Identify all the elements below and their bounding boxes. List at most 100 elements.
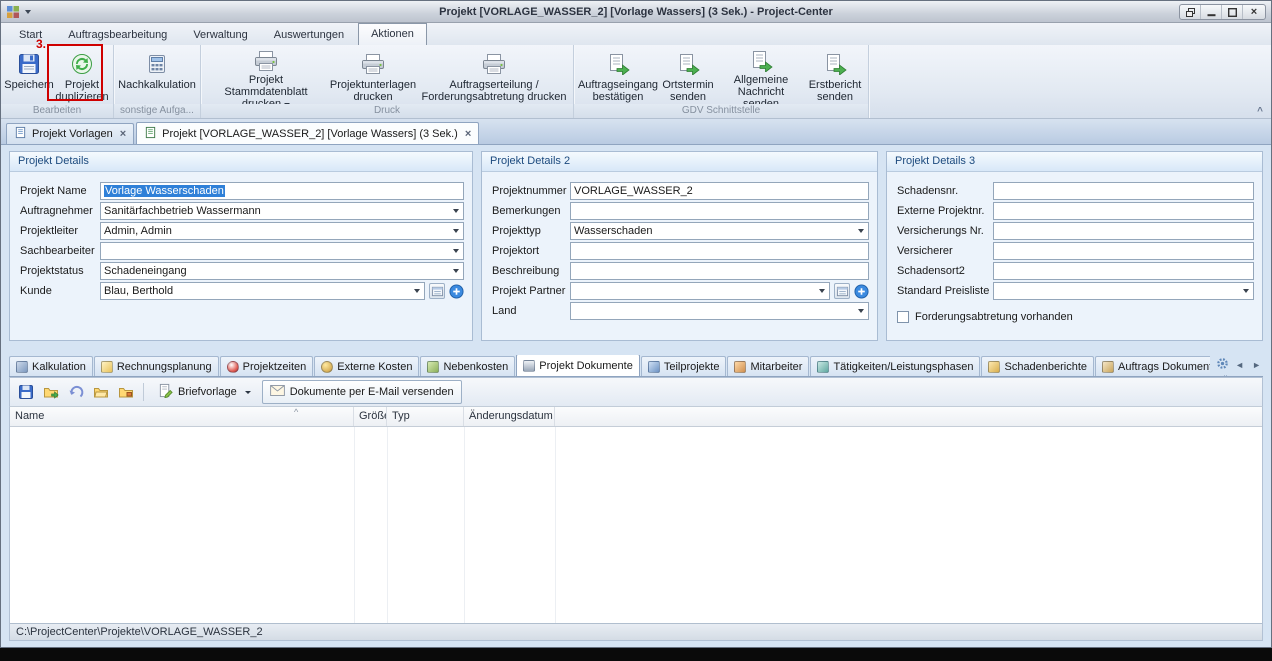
undo-button[interactable] <box>65 381 87 403</box>
bemerkungen-input[interactable] <box>570 202 869 220</box>
versicherungs-nr-input[interactable] <box>993 222 1254 240</box>
projektnummer-input[interactable]: VORLAGE_WASSER_2 <box>570 182 869 200</box>
column-header-groesse[interactable]: Größe <box>354 407 387 426</box>
details-panels: Projekt Details Projekt Name Vorlage Was… <box>9 151 1263 341</box>
chevron-down-icon[interactable] <box>448 223 463 239</box>
document-icon <box>144 126 157 142</box>
projekttyp-combobox[interactable]: Wasserschaden <box>570 222 869 240</box>
chevron-down-icon[interactable] <box>1238 283 1253 299</box>
menu-tab-aktionen[interactable]: Aktionen <box>358 23 427 45</box>
tab-rechnungsplanung[interactable]: Rechnungsplanung <box>94 356 219 376</box>
ortstermin-senden-button[interactable]: Ortstermin senden <box>659 47 717 104</box>
tab-mitarbeiter[interactable]: Mitarbeiter <box>727 356 809 376</box>
chevron-down-icon[interactable] <box>409 283 424 299</box>
chevron-down-icon[interactable] <box>448 263 463 279</box>
allgemeine-nachricht-senden-button[interactable]: Allgemeine Nachricht senden <box>717 47 805 104</box>
column-divider <box>555 427 556 623</box>
documents-table-body[interactable] <box>10 427 1262 623</box>
kunde-edit-button[interactable] <box>429 283 445 299</box>
quick-access-dropdown-icon[interactable] <box>25 10 31 14</box>
versicherer-input[interactable] <box>993 242 1254 260</box>
sachbearbeiter-combobox[interactable] <box>100 242 464 260</box>
briefvorlage-button[interactable]: Briefvorlage <box>150 380 259 404</box>
projektstatus-combobox[interactable]: Schadeneingang <box>100 262 464 280</box>
projekt-name-input[interactable]: Vorlage Wasserschaden <box>100 182 464 200</box>
chevron-down-icon[interactable] <box>448 203 463 219</box>
close-tab-icon[interactable]: × <box>118 128 126 140</box>
auftragseingang-bestaetigen-button[interactable]: Auftragseingang bestätigen <box>577 47 659 104</box>
auftragnehmer-combobox[interactable]: Sanitärfachbetrieb Wassermann <box>100 202 464 220</box>
tab-projekt-dokumente[interactable]: Projekt Dokumente <box>516 355 640 376</box>
doc-tab-projekt-vorlage-wasser-2[interactable]: Projekt [VORLAGE_WASSER_2] [Vorlage Wass… <box>136 122 479 144</box>
tab-nebenkosten[interactable]: Nebenkosten <box>420 356 515 376</box>
beschreibung-input[interactable] <box>570 262 869 280</box>
chevron-down-icon[interactable] <box>853 223 868 239</box>
kunde-add-button[interactable] <box>448 283 464 299</box>
tab-teilprojekte[interactable]: Teilprojekte <box>641 356 727 376</box>
panel-projekt-details-3: Projekt Details 3 Schadensnr. Externe Pr… <box>886 151 1263 341</box>
menu-tab-verwaltung[interactable]: Verwaltung <box>181 25 259 45</box>
menu-tab-auftragsbearbeitung[interactable]: Auftragsbearbeitung <box>56 25 179 45</box>
field-label: Standard Preisliste <box>897 285 993 297</box>
doc-tab-projekt-vorlagen[interactable]: Projekt Vorlagen × <box>6 123 134 144</box>
menu-tab-auswertungen[interactable]: Auswertungen <box>262 25 356 45</box>
save-icon <box>18 50 40 77</box>
erstbericht-senden-button[interactable]: Erstbericht senden <box>805 47 865 104</box>
land-combobox[interactable] <box>570 302 869 320</box>
save-document-button[interactable] <box>15 381 37 403</box>
maximize-window-button[interactable] <box>1223 5 1243 19</box>
projekt-partner-combobox[interactable] <box>570 282 830 300</box>
scroll-tabs-left-button[interactable]: ◄ <box>1233 358 1246 372</box>
column-header-aenderungsdatum[interactable]: Änderungsdatum <box>464 407 555 426</box>
projektunterlagen-drucken-button[interactable]: Projektunterlagen drucken <box>328 47 418 104</box>
gear-icon[interactable] <box>1216 357 1229 373</box>
speichern-button[interactable]: Speichern <box>4 47 54 104</box>
tab-schadenberichte[interactable]: Schadenberichte <box>981 356 1094 376</box>
collapse-ribbon-icon[interactable]: ^ <box>1257 106 1263 117</box>
projektleiter-combobox[interactable]: Admin, Admin <box>100 222 464 240</box>
auftragserteilung-drucken-button[interactable]: Auftragserteilung / Forderungsabtretung … <box>418 47 570 104</box>
send-message-icon <box>749 50 773 72</box>
button-label: Auftragseingang bestätigen <box>578 79 658 103</box>
stammdatenblatt-drucken-button[interactable]: Projekt Stammdatenblatt drucken <box>204 47 328 104</box>
projektort-input[interactable] <box>570 242 869 260</box>
tab-taetigkeiten-leistungsphasen[interactable]: Tätigkeiten/Leistungsphasen <box>810 356 980 376</box>
tab-label: Mitarbeiter <box>750 361 802 373</box>
close-tab-icon[interactable]: × <box>463 128 471 140</box>
scroll-tabs-right-button[interactable]: ► <box>1250 358 1263 372</box>
tab-externe-kosten[interactable]: Externe Kosten <box>314 356 419 376</box>
export-folder-button[interactable] <box>40 381 62 403</box>
forderungsabtretung-checkbox[interactable] <box>897 311 909 323</box>
tab-auftrags-dokumente[interactable]: Auftrags Dokumente <box>1095 356 1225 376</box>
column-header-typ[interactable]: Typ <box>387 407 464 426</box>
tab-projektzeiten[interactable]: Projektzeiten <box>220 356 314 376</box>
nachkalkulation-button[interactable]: Nachkalkulation <box>117 47 197 104</box>
externe-projektnr-input[interactable] <box>993 202 1254 220</box>
email-documents-button[interactable]: Dokumente per E-Mail versenden <box>262 380 462 404</box>
open-folder-button[interactable] <box>90 381 112 403</box>
button-label: Dokumente per E-Mail versenden <box>290 386 454 398</box>
new-folder-button[interactable] <box>115 381 137 403</box>
ribbon-group-label: Druck <box>201 104 573 118</box>
button-label: Auftragserteilung / Forderungsabtretung … <box>421 79 567 103</box>
restore-window-button[interactable] <box>1181 5 1201 19</box>
chevron-down-icon[interactable] <box>814 283 829 299</box>
documents-table: Name ^ Größe Typ Änderungsdatum C:\Proje… <box>9 407 1263 641</box>
schadensort2-input[interactable] <box>993 262 1254 280</box>
minimize-window-button[interactable] <box>1202 5 1222 19</box>
projekt-partner-add-button[interactable] <box>853 283 869 299</box>
menu-tab-start[interactable]: Start <box>7 25 54 45</box>
panel-projekt-details: Projekt Details Projekt Name Vorlage Was… <box>9 151 473 341</box>
schadensnr-input[interactable] <box>993 182 1254 200</box>
field-label: Projekt Partner <box>492 285 570 297</box>
close-window-button[interactable]: × <box>1244 5 1264 19</box>
tab-kalkulation[interactable]: Kalkulation <box>9 356 93 376</box>
column-header-name[interactable]: Name ^ <box>10 407 354 426</box>
standard-preisliste-combobox[interactable] <box>993 282 1254 300</box>
kunde-combobox[interactable]: Blau, Berthold <box>100 282 425 300</box>
projekt-duplizieren-button[interactable]: Projekt duplizieren <box>54 47 110 104</box>
chevron-down-icon[interactable] <box>853 303 868 319</box>
projekt-partner-edit-button[interactable] <box>834 283 850 299</box>
chevron-down-icon[interactable] <box>448 243 463 259</box>
tabbar-controls: ◄ ► <box>1210 355 1263 375</box>
